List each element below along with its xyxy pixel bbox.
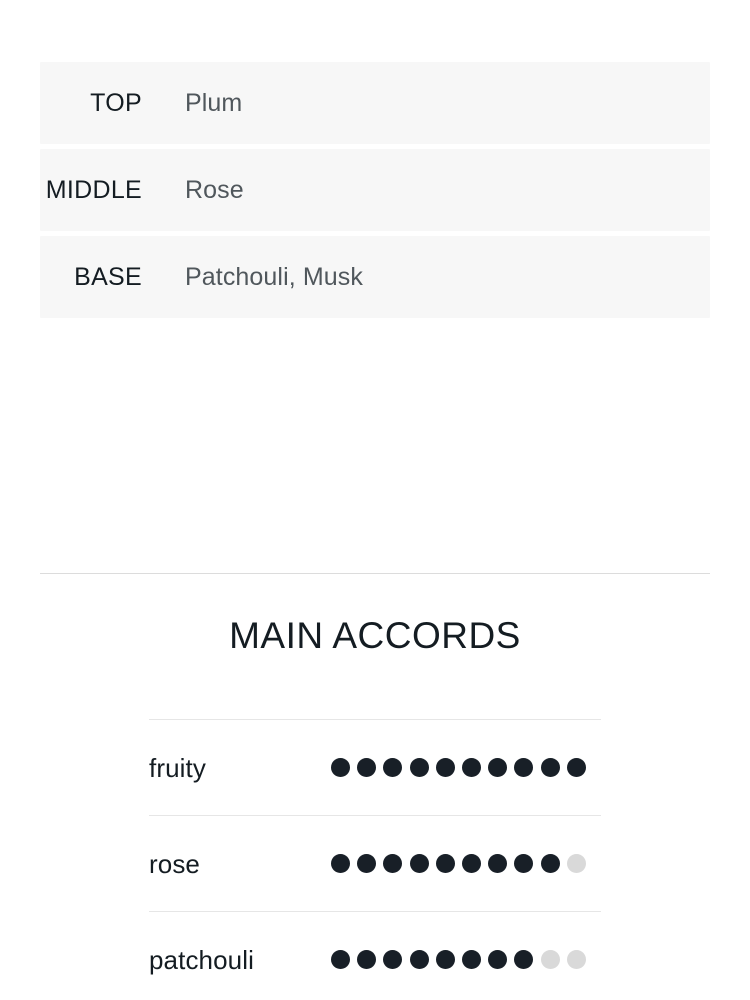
rating-dot-filled [357, 758, 377, 777]
rating-dot-filled [488, 950, 508, 969]
note-tier-value: Patchouli, Musk [185, 262, 363, 291]
rating-dot-filled [488, 854, 508, 873]
note-tier-label: MIDDLE [45, 175, 142, 204]
note-tier-label: BASE [74, 262, 142, 291]
rating-dot-filled [461, 854, 481, 873]
list-item[interactable]: patchouli [149, 911, 601, 1000]
rating-dot-filled [566, 758, 586, 777]
list-item[interactable]: rose [149, 815, 601, 911]
rating-dot-filled [435, 854, 455, 873]
table-row: BASE Patchouli, Musk [40, 236, 710, 318]
accord-label: patchouli [149, 944, 254, 975]
rating-dot-filled [409, 854, 429, 873]
rating-dot-filled [331, 854, 350, 873]
rating-dot-filled [488, 758, 508, 777]
main-accords-section: MAIN ACCORDS fruity rose patchouli [0, 573, 750, 1000]
notes-pyramid-table: TOP Plum MIDDLE Rose BASE Patchouli, Mus… [40, 62, 710, 323]
rating-dot-filled [409, 950, 429, 969]
rating-dot-filled [331, 758, 350, 777]
rating-dot-filled [383, 950, 403, 969]
accord-rating-dots [331, 950, 601, 969]
table-row: MIDDLE Rose [40, 149, 710, 231]
list-item[interactable]: fruity [149, 719, 601, 815]
rating-dot-filled [409, 758, 429, 777]
note-tier-label: TOP [90, 88, 142, 117]
accords-list: fruity rose patchouli [149, 719, 601, 1000]
rating-dot-filled [461, 950, 481, 969]
rating-dot-filled [540, 758, 560, 777]
rating-dot-empty [566, 950, 586, 969]
note-tier-value: Plum [185, 88, 243, 117]
rating-dot-filled [514, 854, 534, 873]
rating-dot-filled [514, 950, 534, 969]
accord-label: rose [149, 848, 200, 879]
accord-label: fruity [149, 752, 206, 783]
accord-rating-dots [331, 854, 601, 873]
page-title: MAIN ACCORDS [229, 615, 521, 656]
rating-dot-filled [514, 758, 534, 777]
rating-dot-filled [357, 950, 377, 969]
rating-dot-filled [435, 950, 455, 969]
rating-dot-filled [383, 758, 403, 777]
note-tier-value: Rose [185, 175, 244, 204]
rating-dot-filled [435, 758, 455, 777]
rating-dot-filled [383, 854, 403, 873]
rating-dot-empty [566, 854, 586, 873]
accord-rating-dots [331, 758, 601, 777]
rating-dot-filled [331, 950, 350, 969]
fragrance-detail-page: TOP Plum MIDDLE Rose BASE Patchouli, Mus… [0, 0, 750, 1000]
rating-dot-empty [540, 950, 560, 969]
table-row: TOP Plum [40, 62, 710, 144]
rating-dot-filled [357, 854, 377, 873]
rating-dot-filled [540, 854, 560, 873]
rating-dot-filled [461, 758, 481, 777]
